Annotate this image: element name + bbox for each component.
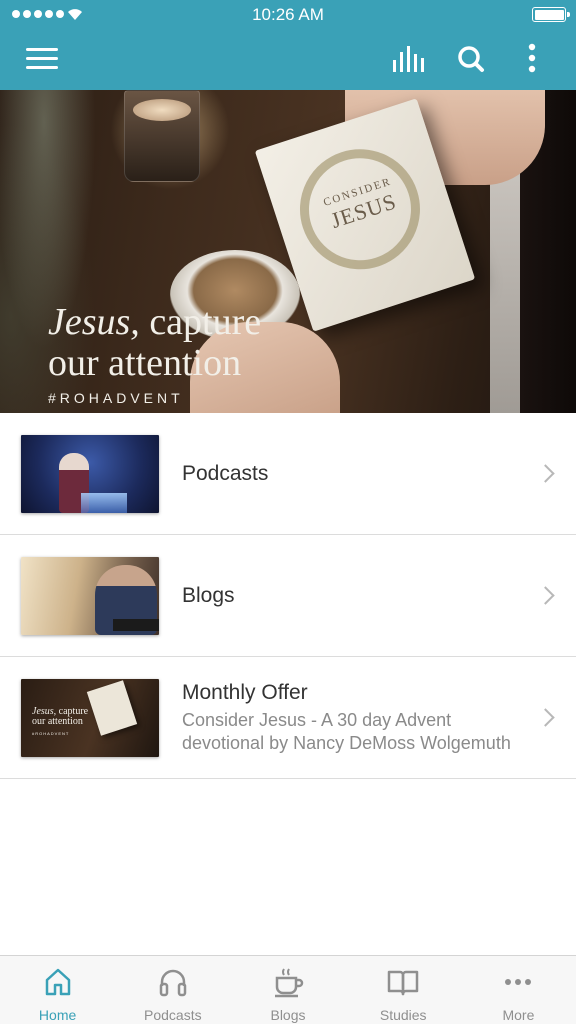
hero-headline-line2: our attention <box>48 342 242 384</box>
tab-blogs[interactable]: Blogs <box>230 956 345 1024</box>
lectern-figure <box>81 493 127 513</box>
thumbnail-headline-line2: our attention <box>32 716 83 727</box>
equalizer-icon[interactable] <box>390 42 430 78</box>
tab-label: Blogs <box>270 1007 306 1023</box>
tab-label: More <box>502 1007 535 1023</box>
list-item-title: Monthly Offer <box>182 681 308 704</box>
list-item-podcasts[interactable]: Podcasts <box>0 413 576 535</box>
top-app-bar: 10:26 AM <box>0 0 576 90</box>
hero-headline-rest: capture <box>139 301 262 343</box>
list-item-subtitle-line1: Consider Jesus - A 30 day Advent <box>182 710 452 730</box>
list-item-title: Blogs <box>182 584 235 607</box>
tab-podcasts[interactable]: Podcasts <box>115 956 230 1024</box>
list-item-monthly-offer[interactable]: Jesus, capture our attention #ROHADVENT … <box>0 657 576 779</box>
blogs-thumbnail <box>21 557 159 635</box>
hero-headline-italic: Jesus, <box>48 301 140 343</box>
book-figure <box>113 619 159 631</box>
status-time: 10:26 AM <box>252 5 324 24</box>
thumbnail-hashtag: #ROHADVENT <box>32 731 70 736</box>
hero-headline: Jesus, capture our attention #ROHADVENT <box>48 302 261 406</box>
chevron-right-icon <box>536 585 555 605</box>
battery-icon <box>532 7 570 22</box>
content-list: Podcasts Blogs Jesus, capture our attent… <box>0 413 576 779</box>
tab-label: Podcasts <box>144 1007 202 1023</box>
list-item-subtitle-line2: devotional by Nancy DeMoss Wolgemuth <box>182 733 511 753</box>
tab-studies[interactable]: Studies <box>346 956 461 1024</box>
book-figure <box>86 680 138 736</box>
tab-label: Home <box>38 1007 77 1023</box>
headphones-icon <box>159 969 187 997</box>
chevron-right-icon <box>536 707 555 727</box>
candle-image <box>124 90 200 182</box>
search-icon[interactable] <box>452 42 492 78</box>
list-item-blogs[interactable]: Blogs <box>0 535 576 657</box>
chevron-right-icon <box>536 463 555 483</box>
hero-hashtag: #ROHADVENT <box>48 390 184 406</box>
more-vertical-icon[interactable] <box>512 42 552 78</box>
bottom-tab-bar: Home Podcasts Blogs Studies More <box>0 955 576 1024</box>
coffee-cup-icon <box>275 968 304 998</box>
list-item-title: Podcasts <box>182 462 269 485</box>
open-book-icon <box>387 970 419 996</box>
status-bar: 10:26 AM <box>0 0 576 30</box>
tab-home[interactable]: Home <box>0 956 115 1024</box>
monthly-offer-thumbnail: Jesus, capture our attention #ROHADVENT <box>21 679 159 757</box>
hero-banner[interactable]: CONSIDER JESUS Jesus, capture our attent… <box>0 90 576 413</box>
list-item-subtitle: Consider Jesus - A 30 day Advent devotio… <box>182 709 527 755</box>
podcasts-thumbnail <box>21 435 159 513</box>
tab-more[interactable]: More <box>461 956 576 1024</box>
tab-label: Studies <box>379 1007 427 1023</box>
thumbnail-headline: Jesus, capture our attention #ROHADVENT <box>32 707 88 739</box>
menu-icon[interactable] <box>26 46 60 72</box>
more-dots-icon <box>505 979 532 985</box>
home-icon <box>45 968 70 996</box>
